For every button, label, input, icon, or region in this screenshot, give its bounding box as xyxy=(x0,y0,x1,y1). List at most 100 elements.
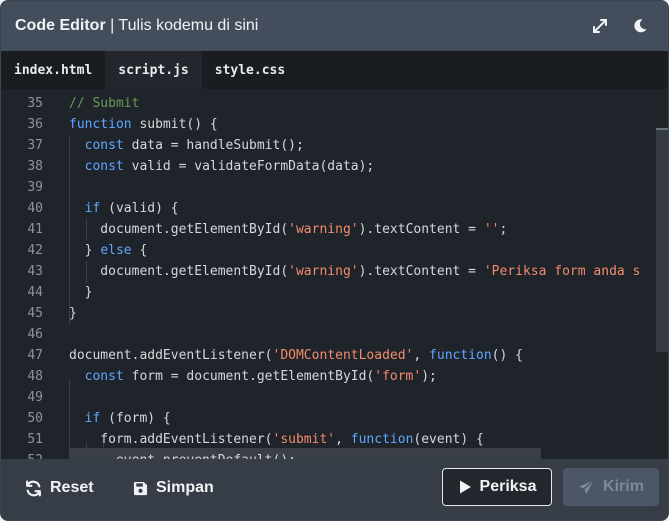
title-subtitle: | Tulis kodemu di sini xyxy=(105,17,259,34)
expand-icon xyxy=(593,19,607,33)
code-token: 'warning' xyxy=(288,264,359,279)
code-token: document.getElementById( xyxy=(69,264,289,279)
code-line: 37 const data = handleSubmit(); xyxy=(1,135,656,156)
code-token: ).textContent = xyxy=(358,264,484,279)
scrollbar-thumb[interactable] xyxy=(656,128,668,352)
code-line: 50 if (form) { xyxy=(1,408,656,429)
line-code: document.getElementById('warning').textC… xyxy=(69,219,507,240)
line-number: 42 xyxy=(27,243,43,258)
check-button[interactable]: Periksa xyxy=(442,468,552,506)
send-button[interactable]: Kirim xyxy=(563,468,659,506)
code-line: 49 xyxy=(1,387,656,408)
code-token: if xyxy=(84,201,101,216)
reset-button[interactable]: Reset xyxy=(25,479,94,497)
line-code: if (valid) { xyxy=(69,198,179,219)
code-line: 35 // Submit xyxy=(1,93,656,114)
save-button[interactable]: Simpan xyxy=(133,479,214,497)
code-token: function xyxy=(429,348,492,363)
code-token: const xyxy=(84,369,124,384)
code-token: const xyxy=(84,159,124,174)
line-code: const data = handleSubmit(); xyxy=(69,135,304,156)
code-token: , xyxy=(335,432,351,447)
action-bar: Reset Simpan Periksa Kirim xyxy=(1,459,668,520)
moon-icon xyxy=(634,19,647,33)
code-token: document.getElementById( xyxy=(69,222,289,237)
vertical-scrollbar[interactable] xyxy=(656,89,668,459)
code-token: } xyxy=(69,285,93,300)
line-code: const form = document.getElementById('fo… xyxy=(69,366,437,387)
code-token: function xyxy=(69,117,132,132)
code-token: valid = validateFormData(data); xyxy=(123,159,375,174)
title-bar: Code Editor | Tulis kodemu di sini xyxy=(1,1,668,51)
line-number: 52 xyxy=(1,450,43,459)
reset-label: Reset xyxy=(50,479,94,496)
code-token: form = document.getElementById( xyxy=(123,369,375,384)
code-line: 39 xyxy=(1,177,656,198)
code-token: (form) { xyxy=(100,411,171,426)
code-token: if xyxy=(84,411,101,426)
code-editor-window: Code Editor | Tulis kodemu di sini index… xyxy=(0,0,669,521)
send-label: Kirim xyxy=(603,478,644,495)
code-line: 43 document.getElementById('warning').te… xyxy=(1,261,656,282)
window-title: Code Editor | Tulis kodemu di sini xyxy=(15,17,574,35)
code-line: 46 xyxy=(1,324,656,345)
floppy-disk-icon xyxy=(133,481,148,495)
code-line: 47 document.addEventListener('DOMContentL… xyxy=(1,345,656,366)
code-token: data = handleSubmit(); xyxy=(123,138,304,153)
tab-index-html[interactable]: index.html xyxy=(1,51,105,89)
code-line: 44 } xyxy=(1,282,656,303)
code-token: const xyxy=(84,138,124,153)
code-token: ; xyxy=(499,222,508,237)
code-token: else xyxy=(100,243,132,258)
line-code: document.getElementById('warning').textC… xyxy=(69,261,640,282)
line-code: } xyxy=(69,303,77,324)
reset-icon xyxy=(26,480,41,496)
paper-plane-icon xyxy=(579,479,595,494)
line-code: } xyxy=(69,282,93,303)
tab-script-js[interactable]: script.js xyxy=(105,51,202,89)
code-line: 38 const valid = validateFormData(data); xyxy=(1,156,656,177)
line-number: 43 xyxy=(27,264,43,279)
line-code: function submit() { xyxy=(69,114,218,135)
code-token: } xyxy=(69,306,77,321)
code-token: document.addEventListener( xyxy=(69,348,273,363)
code-token: ).textContent = xyxy=(358,222,484,237)
line-code: form.addEventListener('submit', function… xyxy=(69,429,484,450)
line-number: 49 xyxy=(27,390,43,405)
line-code: const valid = validateFormData(data); xyxy=(69,156,375,177)
code-token: form.addEventListener( xyxy=(69,432,273,447)
line-number: 44 xyxy=(27,285,43,300)
tab-style-css[interactable]: style.css xyxy=(202,51,298,89)
line-number: 47 xyxy=(27,348,43,363)
code-token: function xyxy=(350,432,414,447)
code-line: 45} xyxy=(1,303,656,324)
code-token: // Submit xyxy=(69,96,140,111)
line-number: 35 xyxy=(27,96,43,111)
line-number: 41 xyxy=(27,222,43,237)
fullscreen-button[interactable] xyxy=(586,12,614,40)
code-line: 48 const form = document.getElementById(… xyxy=(1,366,656,387)
line-number: 45 xyxy=(27,306,43,321)
code-token: '' xyxy=(483,222,500,237)
code-area[interactable]: 35// Submit 36 function submit() {37 const… xyxy=(1,89,668,459)
code-line: 42 } else { xyxy=(1,240,656,261)
code-token: , xyxy=(413,348,430,363)
line-code: document.addEventListener('DOMContentLoa… xyxy=(69,345,523,366)
line-number: 36 xyxy=(27,117,43,132)
line-code: } else { xyxy=(69,240,148,261)
code-token: (event) { xyxy=(413,432,484,447)
code-token: 'warning' xyxy=(288,222,359,237)
file-tabs: index.html script.js style.css xyxy=(1,51,668,89)
code-line: 52 event.preventDefault(); xyxy=(1,450,656,459)
code-token: { xyxy=(131,243,148,258)
save-label: Simpan xyxy=(156,479,214,496)
check-label: Periksa xyxy=(479,478,537,495)
code-token: () { xyxy=(491,348,523,363)
code-token: } xyxy=(69,243,101,258)
code-token: 'DOMContentLoaded' xyxy=(272,348,414,363)
line-number: 37 xyxy=(27,138,43,153)
theme-toggle-button[interactable] xyxy=(626,12,654,40)
